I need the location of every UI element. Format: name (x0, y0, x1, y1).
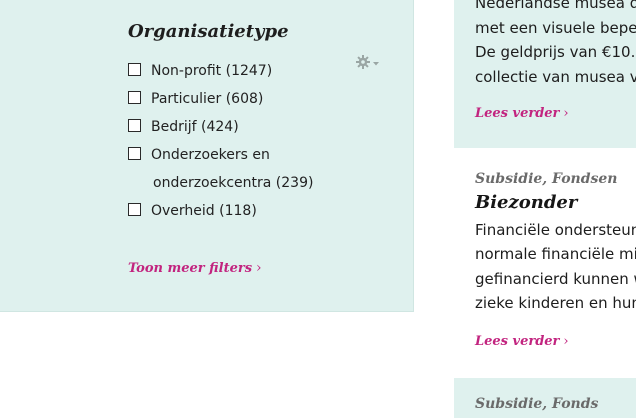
read-more-link[interactable]: Lees verder › (475, 334, 569, 349)
option-label: Particulier (608) (151, 91, 264, 107)
filter-option-bedrijf[interactable]: Bedrijf (424) (128, 113, 239, 141)
card-text-line: zieke kinderen en hun (475, 294, 636, 312)
gear-dropdown-icon[interactable] (355, 53, 381, 71)
checkbox[interactable] (128, 202, 141, 216)
card-text-line: collectie van musea vo (475, 68, 636, 86)
filter-panel: Organisatietype Non-profit (1247) Partic… (0, 0, 414, 312)
card-text-line: Nederlandse musea d (475, 0, 636, 12)
option-label: Bedrijf (424) (151, 119, 239, 135)
chevron-right-icon: › (563, 106, 569, 121)
card-category: Subsidie, Fondsen (475, 171, 618, 187)
option-label: Non-profit (1247) (151, 63, 273, 79)
read-more-link[interactable]: Lees verder › (475, 106, 569, 121)
option-label: Onderzoekers en (151, 147, 270, 163)
result-card: Subsidie, Fonds (454, 378, 636, 418)
read-more-label: Lees verder (475, 106, 560, 121)
card-text-line: De geldprijs van €10.0 (475, 43, 636, 61)
card-text-line: met een visuele beper (475, 19, 636, 37)
checkbox[interactable] (128, 62, 141, 76)
option-label: Overheid (118) (151, 203, 257, 219)
read-more-label: Lees verder (475, 334, 560, 349)
card-text-line: normale financiële mi (475, 245, 636, 263)
card-category: Subsidie, Fonds (475, 396, 599, 412)
checkbox[interactable] (128, 146, 141, 160)
filter-option-particulier[interactable]: Particulier (608) (128, 85, 263, 113)
chevron-right-icon: › (563, 334, 569, 349)
checkbox[interactable] (128, 90, 141, 104)
chevron-right-icon: › (256, 260, 262, 276)
card-text-line: Financiële ondersteun (475, 221, 636, 239)
card-title[interactable]: Biezonder (475, 192, 577, 213)
checkbox[interactable] (128, 118, 141, 132)
filter-option-overheid[interactable]: Overheid (118) (128, 197, 257, 225)
filter-option-non-profit[interactable]: Non-profit (1247) (128, 57, 272, 85)
filter-option-onderzoekers[interactable]: Onderzoekers en onderzoekcentra (239) (128, 141, 313, 197)
card-text-line: gefinancierd kunnen w (475, 270, 636, 288)
filter-title: Organisatietype (128, 21, 289, 42)
result-card: Subsidie, Fondsen Biezonder Financiële o… (454, 148, 636, 378)
more-filters-label: Toon meer filters (128, 261, 253, 276)
result-card: Nederlandse musea d met een visuele bepe… (454, 0, 636, 148)
option-label-continued: onderzoekcentra (239) (153, 175, 314, 191)
more-filters-link[interactable]: Toon meer filters › (128, 260, 262, 276)
